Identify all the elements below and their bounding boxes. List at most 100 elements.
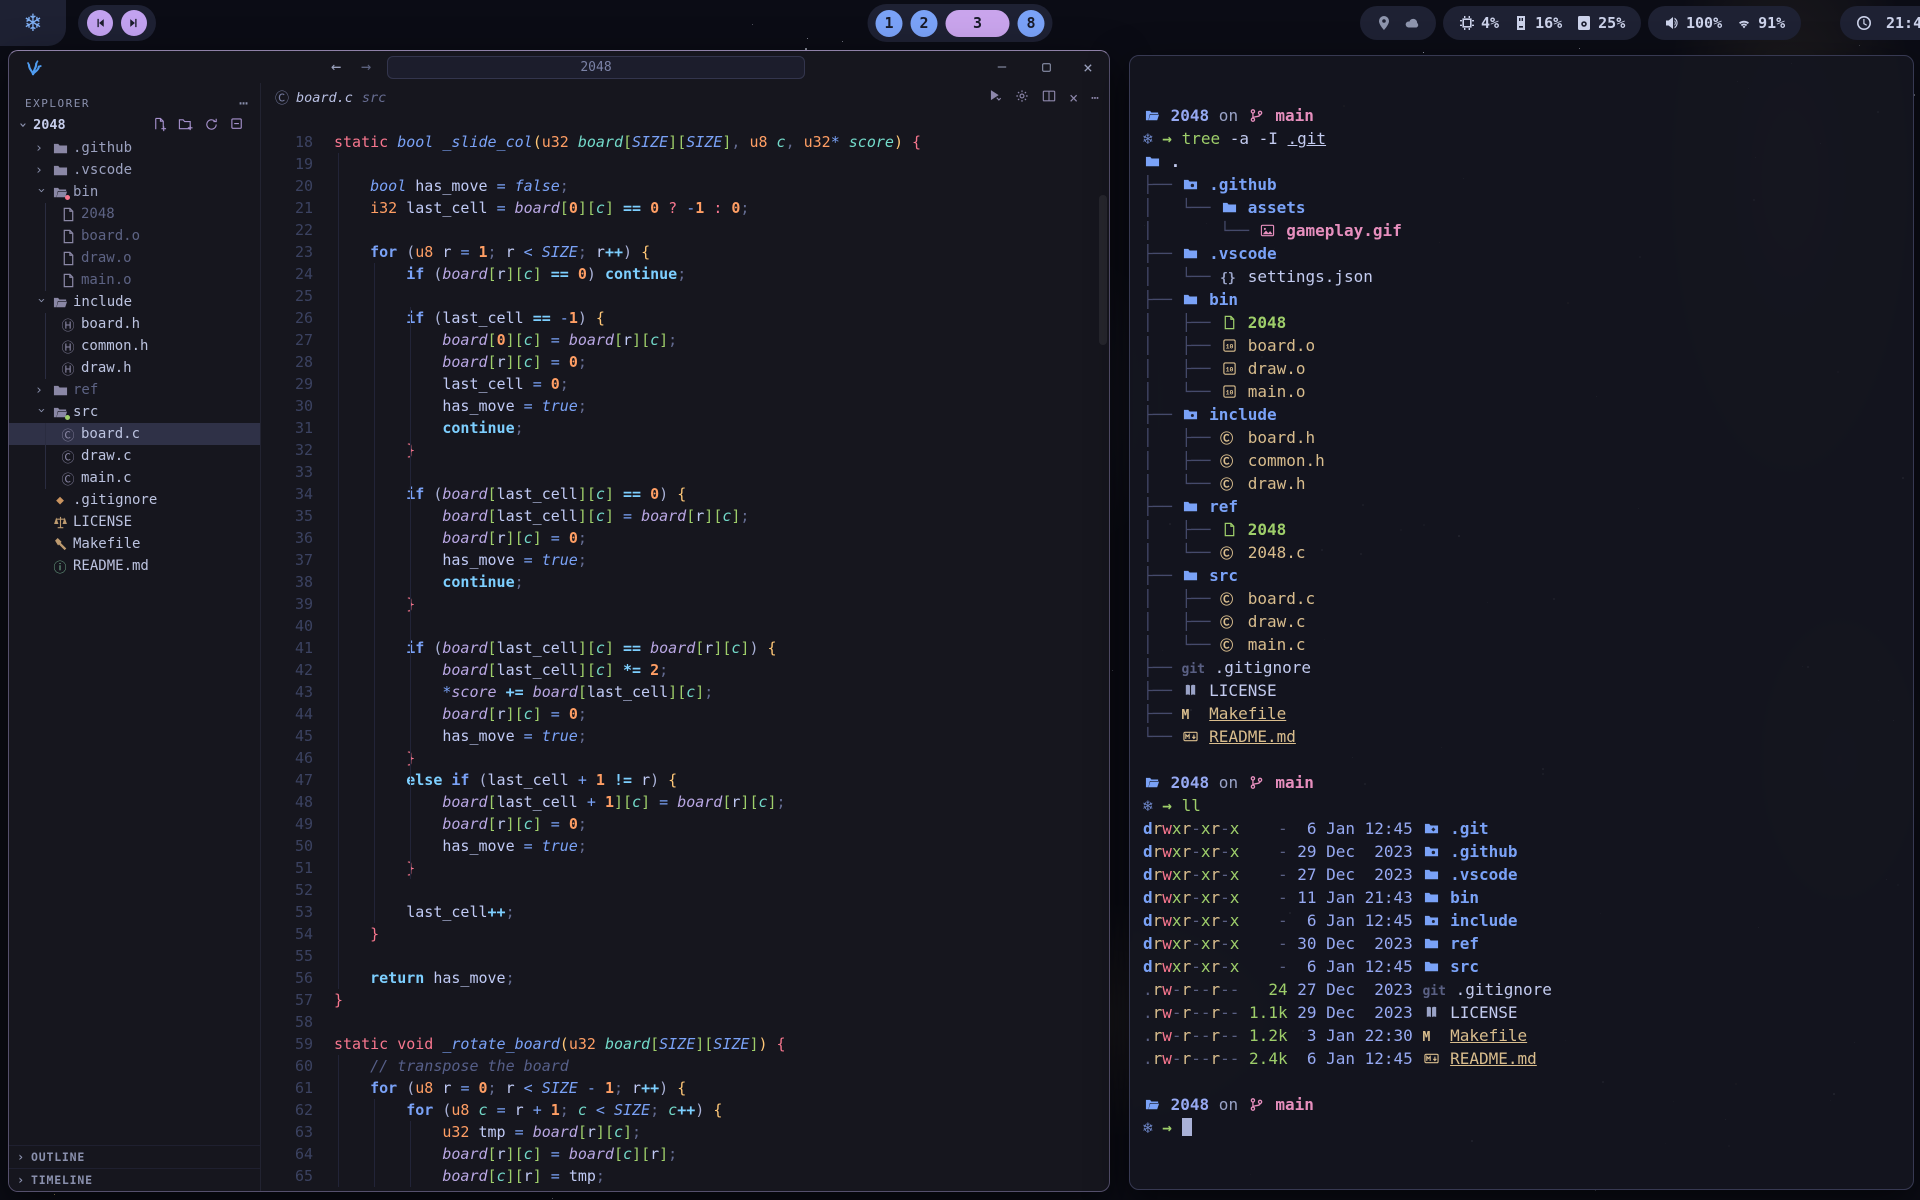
tree-item-.gitignore[interactable]: ◆.gitignore bbox=[9, 489, 260, 511]
file-type-icon: ◆ bbox=[51, 493, 69, 508]
code-line-64: 64 board[r][c] = board[c][r]; bbox=[261, 1143, 1109, 1165]
editor-titlebar[interactable]: ← → – × bbox=[9, 51, 1109, 83]
tree-item-board.o[interactable]: board.o bbox=[9, 225, 260, 247]
ls-output-row: .rw-r--r-- 1.1k 29 Dec 2023 LICENSE bbox=[1143, 1001, 1903, 1024]
tree-item-draw.c[interactable]: Ⓒdraw.c bbox=[9, 445, 260, 467]
close-editor-icon[interactable]: × bbox=[1069, 89, 1078, 107]
tree-item-include[interactable]: ›include bbox=[9, 291, 260, 313]
indent-guide bbox=[45, 423, 46, 489]
tree-output-row: ├── LICENSE bbox=[1143, 679, 1903, 702]
tree-item-draw.h[interactable]: Ⓗdraw.h bbox=[9, 357, 260, 379]
clock-widget[interactable]: 21:46 bbox=[1840, 6, 1920, 40]
tree-output-row: │ ├── Ⓒ board.h bbox=[1143, 426, 1903, 449]
line-number: 52 bbox=[261, 879, 313, 901]
line-number: 48 bbox=[261, 791, 313, 813]
tree-item-label: LICENSE bbox=[9, 514, 132, 530]
code-line-31: 31 continue; bbox=[261, 417, 1109, 439]
tree-item-board.h[interactable]: Ⓗboard.h bbox=[9, 313, 260, 335]
workspace-button-8[interactable]: 8 bbox=[1018, 10, 1045, 37]
line-number: 56 bbox=[261, 967, 313, 989]
tree-item-.vscode[interactable]: ›.vscode bbox=[9, 159, 260, 181]
command-center-search[interactable] bbox=[387, 56, 805, 79]
nav-back-arrow[interactable]: ← bbox=[331, 51, 341, 83]
tree-item-Makefile[interactable]: Makefile bbox=[9, 533, 260, 555]
volume-stat[interactable]: 100% bbox=[1664, 14, 1722, 32]
memory-icon bbox=[1513, 15, 1529, 31]
maximize-button[interactable] bbox=[1031, 51, 1061, 83]
split-editor-icon[interactable] bbox=[1042, 89, 1056, 107]
wifi-stat[interactable]: 91% bbox=[1736, 14, 1785, 32]
editor-scrollbar[interactable] bbox=[1099, 195, 1107, 345]
tree-item-common.h[interactable]: Ⓗcommon.h bbox=[9, 335, 260, 357]
tree-item-README.md[interactable]: ⓘREADME.md bbox=[9, 555, 260, 577]
tree-item-LICENSE[interactable]: LICENSE bbox=[9, 511, 260, 533]
tree-item-board.c[interactable]: Ⓒboard.c bbox=[9, 423, 260, 445]
workspace-button-3[interactable]: 3 bbox=[946, 10, 1010, 37]
timeline-panel-header[interactable]: › TIMELINE bbox=[9, 1168, 260, 1191]
outline-panel-header[interactable]: › OUTLINE bbox=[9, 1145, 260, 1168]
tree-item-main.o[interactable]: main.o bbox=[9, 269, 260, 291]
breadcrumb-filename[interactable]: board.c bbox=[296, 90, 353, 106]
new-file-button[interactable] bbox=[152, 117, 168, 133]
code-line-24: 24 if (board[r][c] == 0) continue; bbox=[261, 263, 1109, 285]
line-number: 64 bbox=[261, 1143, 313, 1165]
tree-item-src[interactable]: ›src bbox=[9, 401, 260, 423]
close-window-button[interactable]: × bbox=[1073, 51, 1103, 83]
tree-item-2048[interactable]: 2048 bbox=[9, 203, 260, 225]
gear-icon[interactable] bbox=[1015, 89, 1029, 107]
media-prev-button[interactable] bbox=[87, 10, 113, 36]
code-indent-guide bbox=[410, 307, 411, 879]
media-next-button[interactable] bbox=[121, 10, 147, 36]
breadcrumb-dir[interactable]: src bbox=[362, 90, 386, 106]
indent-guide bbox=[45, 313, 46, 379]
tree-item-bin[interactable]: ›bin bbox=[9, 181, 260, 203]
tree-item-.github[interactable]: ›.github bbox=[9, 137, 260, 159]
nav-forward-arrow[interactable]: → bbox=[361, 51, 371, 83]
folder-open-icon bbox=[1143, 1097, 1161, 1112]
editor-tabstrip[interactable]: Ⓒ board.c src × ⋯ bbox=[261, 83, 1109, 113]
workspace-button-1[interactable]: 1 bbox=[876, 10, 903, 37]
folder-gh-icon bbox=[1182, 177, 1200, 192]
refresh-button[interactable] bbox=[204, 117, 220, 133]
disk-stat: 25% bbox=[1576, 14, 1625, 32]
code-line-35: 35 board[last_cell][c] = board[r][c]; bbox=[261, 505, 1109, 527]
file-icon bbox=[1220, 522, 1238, 537]
tree-output-row: │ ├── 10 board.o bbox=[1143, 334, 1903, 357]
line-number: 28 bbox=[261, 351, 313, 373]
memory-stat: 16% bbox=[1513, 14, 1562, 32]
star bbox=[1579, 48, 1580, 49]
line-number: 60 bbox=[261, 1055, 313, 1077]
run-button[interactable] bbox=[988, 89, 1002, 107]
workspace-button-2[interactable]: 2 bbox=[911, 10, 938, 37]
collapse-all-button[interactable] bbox=[230, 117, 246, 133]
explorer-more-icon[interactable]: ⋯ bbox=[239, 94, 248, 112]
launcher-button[interactable]: ❄ bbox=[0, 0, 66, 46]
blank-line bbox=[1143, 1070, 1903, 1093]
tree-item-draw.o[interactable]: draw.o bbox=[9, 247, 260, 269]
tree-item-ref[interactable]: ›ref bbox=[9, 379, 260, 401]
code-line-23: 23 for (u8 r = 1; r < SIZE; r++) { bbox=[261, 241, 1109, 263]
ls-output-row: .rw-r--r-- 24 27 Dec 2023 git .gitignore bbox=[1143, 978, 1903, 1001]
code-area[interactable]: 18static bool _slide_col(u32 board[SIZE]… bbox=[261, 113, 1109, 1191]
terminal-window[interactable]: 2048 on main❄ → tree -a -I .git .├── .gi… bbox=[1129, 55, 1914, 1190]
chevron-right-icon: › bbox=[17, 1150, 25, 1164]
line-number: 39 bbox=[261, 593, 313, 615]
tree-output-row: │ ├── Ⓒ draw.c bbox=[1143, 610, 1903, 633]
text-icon: Ⓒ bbox=[1220, 589, 1238, 612]
workspace-switcher: 1238 bbox=[868, 4, 1053, 42]
code-line-30: 30 has_move = true; bbox=[261, 395, 1109, 417]
folder-icon bbox=[1422, 890, 1440, 905]
code-indent-guide bbox=[374, 263, 375, 923]
minimize-button[interactable]: – bbox=[987, 51, 1017, 83]
line-number: 44 bbox=[261, 703, 313, 725]
more-actions-icon[interactable]: ⋯ bbox=[1091, 91, 1099, 106]
tree-item-label: include bbox=[9, 294, 132, 310]
line-number: 42 bbox=[261, 659, 313, 681]
weather-widget[interactable] bbox=[1360, 6, 1436, 40]
project-root-row[interactable]: › 2048 bbox=[9, 113, 260, 137]
code-line-42: 42 board[last_cell][c] *= 2; bbox=[261, 659, 1109, 681]
tree-output-row: │ └── 10 main.o bbox=[1143, 380, 1903, 403]
tree-item-main.c[interactable]: Ⓒmain.c bbox=[9, 467, 260, 489]
code-line-22: 22 bbox=[261, 219, 1109, 241]
new-folder-button[interactable] bbox=[178, 117, 194, 133]
